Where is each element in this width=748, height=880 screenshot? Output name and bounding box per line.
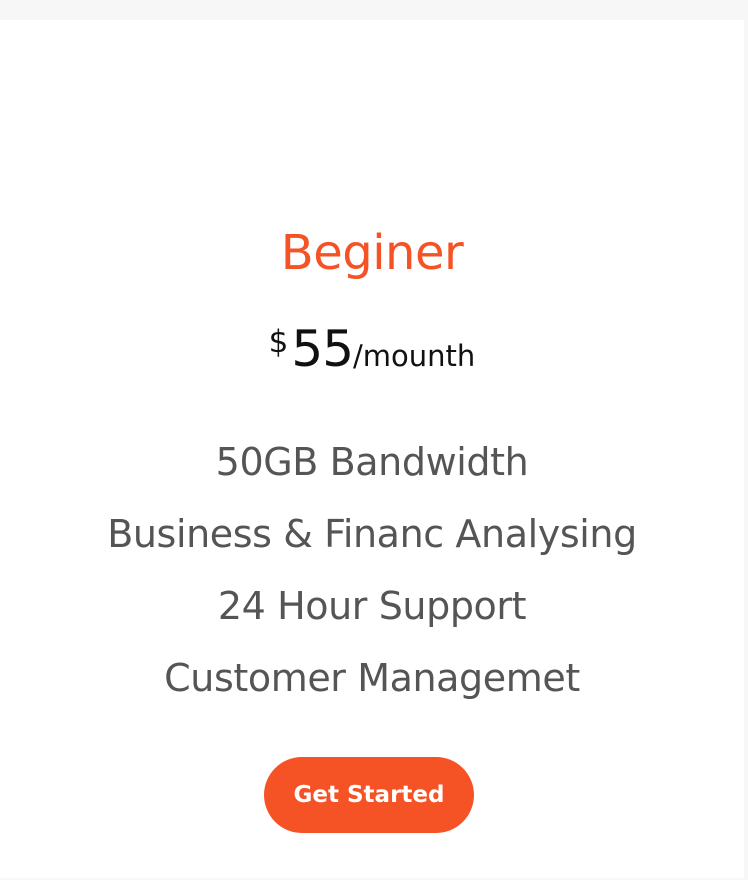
price-amount: 55	[291, 320, 354, 378]
get-started-button[interactable]: Get Started	[264, 757, 474, 833]
page: Beginer $55/mounth 50GB Bandwidth Busine…	[0, 0, 748, 880]
feature-item: 50GB Bandwidth	[215, 440, 529, 484]
feature-item: 24 Hour Support	[217, 584, 527, 628]
price-period: /mounth	[353, 339, 476, 373]
feature-item: Business & Financ Analysing	[107, 512, 637, 556]
plan-price: $55/mounth	[0, 320, 744, 378]
pricing-card: Beginer $55/mounth 50GB Bandwidth Busine…	[0, 20, 744, 878]
feature-list: 50GB Bandwidth Business & Financ Analysi…	[0, 426, 744, 714]
price-currency: $	[268, 324, 289, 360]
plan-title: Beginer	[280, 225, 464, 281]
feature-item: Customer Managemet	[164, 656, 580, 700]
